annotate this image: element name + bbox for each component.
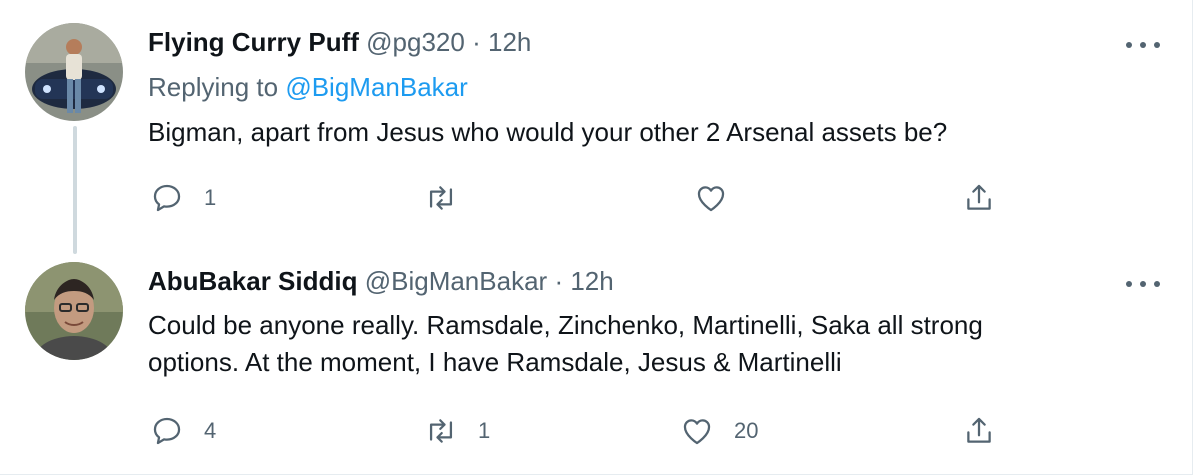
more-icon[interactable] [1126,35,1160,55]
replying-to-handle-link[interactable]: @BigManBakar [285,72,467,102]
tweet-timestamp[interactable]: 12h [570,266,613,296]
replying-to: Replying to @BigManBakar [148,72,468,102]
more-icon[interactable] [1126,274,1160,294]
retweet-count: 1 [478,418,491,443]
heart-icon [683,419,711,445]
share-icon [967,417,991,443]
display-name[interactable]: AbuBakar Siddiq [148,266,357,296]
thread-connector-line [73,126,77,254]
display-name[interactable]: Flying Curry Puff [148,27,359,57]
retweet-button[interactable] [424,181,478,215]
avatar-image [25,262,123,360]
reply-count: 1 [204,185,217,210]
avatar-abubakar-siddiq[interactable] [25,262,123,360]
retweet-icon [429,419,453,443]
reply-button[interactable]: 4 [150,414,216,448]
avatar-flying-curry-puff[interactable] [25,23,123,121]
retweet-icon [429,186,453,210]
replying-to-label: Replying to [148,72,279,102]
avatar-image [25,23,123,121]
reply-icon [153,184,181,212]
header-separator: · [472,27,481,57]
tweet-header: Flying Curry Puff @pg320 · 12h [148,27,531,57]
user-handle[interactable]: @BigManBakar [365,266,547,296]
share-button[interactable] [962,414,996,448]
like-button[interactable]: 20 [680,414,758,448]
tweet-text: Could be anyone really. Ramsdale, Zinche… [148,307,1148,381]
reply-icon [153,417,181,445]
user-handle[interactable]: @pg320 [366,27,465,57]
tweet-header: AbuBakar Siddiq @BigManBakar · 12h [148,266,614,296]
reply-button[interactable]: 1 [150,181,216,215]
share-icon [967,184,991,210]
like-count: 20 [734,418,759,443]
tweet-text-line: options. At the moment, I have Ramsdale,… [148,347,842,377]
tweet-timestamp[interactable]: 12h [488,27,531,57]
share-button[interactable] [962,181,996,215]
retweet-button[interactable]: 1 [424,414,490,448]
heart-icon [697,186,725,212]
tweet-text: Bigman, apart from Jesus who would your … [148,117,948,147]
tweet-text-line: Could be anyone really. Ramsdale, Zinche… [148,310,983,340]
like-button[interactable] [694,181,748,215]
reply-count: 4 [204,418,217,443]
header-separator: · [554,266,564,296]
